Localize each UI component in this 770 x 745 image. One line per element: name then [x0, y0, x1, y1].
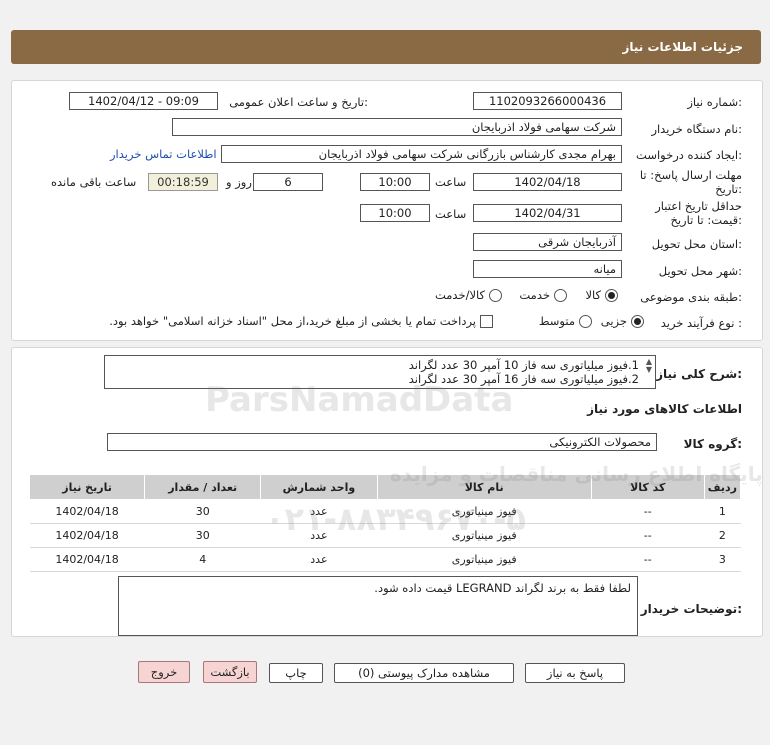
need-number-field: 1102093266000436: [473, 92, 622, 110]
buyer-notes-label: توضیحات خریدار:: [640, 602, 742, 616]
reply-button[interactable]: پاسخ به نیاز: [525, 663, 625, 683]
exit-button[interactable]: خروج: [138, 661, 190, 683]
col-name: نام کالا: [376, 474, 592, 500]
col-row: ردیف: [703, 474, 742, 500]
process-option-minor[interactable]: جزیی: [601, 314, 644, 328]
col-code: کد کالا: [590, 474, 705, 500]
treasury-payment-option[interactable]: پرداخت تمام یا بخشی از مبلغ خرید،از محل …: [109, 314, 493, 328]
category-option-both[interactable]: کالا/خدمت: [435, 288, 502, 302]
category-both-radio[interactable]: [489, 288, 502, 302]
deadline-label: مهلت ارسال پاسخ: تا تاریخ:: [640, 168, 742, 196]
days-field: 6: [253, 173, 323, 191]
summary-line-1: 1.فیوز میلیاتوری سه فاز 10 آمپر 30 عدد ل…: [408, 358, 639, 372]
city-field: میانه: [473, 260, 622, 278]
buyer-field: شرکت سهامی فولاد اذربایجان: [172, 118, 622, 136]
announce-field: 1402/04/12 - 09:09: [69, 92, 218, 110]
cell-code: --: [591, 499, 705, 524]
print-button[interactable]: چاپ: [269, 663, 323, 683]
validity-label: حداقل تاریخ اعتبار قیمت: تا تاریخ:: [655, 199, 742, 227]
deadline-time-field: 10:00: [360, 173, 430, 191]
deadline-label-line2: تاریخ:: [715, 182, 742, 196]
cell-code: --: [591, 523, 705, 548]
summary-label: شرح کلی نیاز:: [656, 367, 742, 381]
goods-section-title: اطلاعات کالاهای مورد نیاز: [587, 402, 742, 416]
category-option-service[interactable]: خدمت: [519, 288, 567, 302]
validity-time-label: ساعت: [435, 207, 467, 221]
days-label: روز و: [226, 175, 252, 189]
table-row: 3 -- فیوز مینیاتوری عدد 4 1402/04/18: [29, 547, 741, 572]
deadline-label-line1: مهلت ارسال پاسخ: تا: [639, 168, 742, 182]
remaining-time-field: 00:18:59: [148, 173, 218, 191]
cell-qty: 30: [144, 523, 261, 548]
buyer-label: نام دستگاه خریدار:: [651, 122, 742, 136]
buyer-notes-text: لطفا فقط به برند لگراند LEGRAND قیمت داد…: [374, 581, 631, 595]
creator-field: بهرام مجدی کارشناس بازرگانی شرکت سهامی ف…: [221, 145, 622, 163]
validity-label-line1: حداقل تاریخ اعتبار: [655, 199, 742, 213]
province-field: آذربایجان شرقی: [473, 233, 622, 251]
creator-label: ایجاد کننده درخواست:: [636, 148, 742, 162]
treasury-payment-checkbox[interactable]: [480, 314, 493, 328]
process-medium-radio[interactable]: [579, 314, 592, 328]
city-label: شهر محل تحویل:: [658, 264, 742, 278]
category-label: طبقه بندی موضوعی:: [640, 290, 742, 304]
cell-unit: عدد: [260, 499, 377, 524]
cell-date: 1402/04/18: [29, 499, 145, 524]
cell-unit: عدد: [260, 547, 377, 572]
cell-code: --: [591, 547, 705, 572]
category-service-radio[interactable]: [554, 288, 567, 302]
buyer-notes-box: لطفا فقط به برند لگراند LEGRAND قیمت داد…: [118, 576, 638, 636]
announce-label: تاریخ و ساعت اعلان عمومی:: [229, 95, 368, 109]
goods-group-label: گروه کالا:: [683, 437, 742, 451]
col-qty: تعداد / مقدار: [144, 474, 262, 500]
table-row: 1 -- فیوز مینیاتوری عدد 30 1402/04/18: [29, 499, 741, 524]
cell-row: 1: [704, 499, 741, 524]
deadline-time-label: ساعت: [435, 175, 467, 189]
process-label: نوع فرآیند خرید :: [660, 316, 742, 330]
cell-qty: 4: [144, 547, 261, 572]
cell-unit: عدد: [260, 523, 377, 548]
page-title: جزئیات اطلاعات نیاز: [622, 40, 743, 54]
cell-name: فیوز مینیاتوری: [377, 523, 592, 548]
process-option-medium[interactable]: متوسط: [539, 314, 592, 328]
goods-table: ردیف کد کالا نام کالا واحد شمارش تعداد /…: [28, 474, 742, 572]
goods-table-header: ردیف کد کالا نام کالا واحد شمارش تعداد /…: [28, 474, 742, 500]
cell-row: 2: [704, 523, 741, 548]
category-goods-radio[interactable]: [605, 288, 618, 302]
back-button[interactable]: بازگشت: [203, 661, 257, 683]
validity-label-line2: قیمت: تا تاریخ:: [670, 213, 742, 227]
summary-textarea[interactable]: 1.فیوز میلیاتوری سه فاز 10 آمپر 30 عدد ل…: [104, 355, 656, 389]
cell-row: 3: [704, 547, 741, 572]
cell-qty: 30: [144, 499, 261, 524]
contact-buyer-link[interactable]: اطلاعات تماس خریدار: [110, 147, 217, 161]
cell-name: فیوز مینیاتوری: [377, 547, 592, 572]
need-number-label: شماره نیاز:: [687, 95, 742, 109]
remaining-label: ساعت باقی مانده: [51, 175, 137, 189]
validity-date-field: 1402/04/31: [473, 204, 622, 222]
cell-date: 1402/04/18: [29, 523, 145, 548]
col-unit: واحد شمارش: [260, 474, 378, 500]
page-header: جزئیات اطلاعات نیاز: [11, 30, 761, 64]
deadline-date-field: 1402/04/18: [473, 173, 622, 191]
col-date: تاریخ نیاز: [28, 474, 146, 500]
category-option-goods[interactable]: کالا: [585, 288, 618, 302]
cell-date: 1402/04/18: [29, 547, 145, 572]
scroll-arrows-icon[interactable]: ▲ ▼: [646, 358, 652, 374]
summary-line-2: 2.فیوز میلیاتوری سه فاز 16 آمپر 30 عدد ل…: [408, 372, 639, 386]
cell-name: فیوز مینیاتوری: [377, 499, 592, 524]
process-minor-radio[interactable]: [631, 314, 644, 328]
goods-group-field: محصولات الکترونیکی: [107, 433, 657, 451]
view-documents-button[interactable]: مشاهده مدارک پیوستی (0): [334, 663, 514, 683]
validity-time-field: 10:00: [360, 204, 430, 222]
table-row: 2 -- فیوز مینیاتوری عدد 30 1402/04/18: [29, 523, 741, 548]
province-label: استان محل تحویل:: [651, 237, 742, 251]
